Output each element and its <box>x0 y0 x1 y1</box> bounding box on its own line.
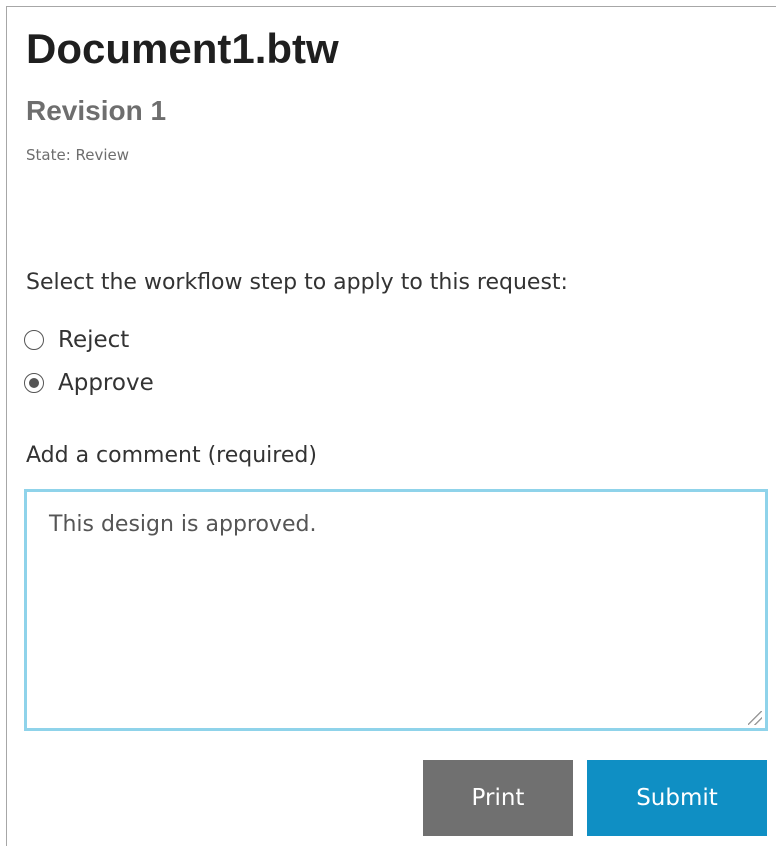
submit-button[interactable]: Submit <box>587 760 767 836</box>
state-label: State: Review <box>26 146 130 164</box>
reject-radio-option[interactable]: Reject <box>24 323 129 357</box>
revision-label: Revision 1 <box>26 95 167 126</box>
print-button[interactable]: Print <box>423 760 573 836</box>
radio-selected-dot <box>29 378 39 388</box>
document-title: Document1.btw <box>26 25 339 72</box>
reject-label: Reject <box>58 327 130 353</box>
workflow-step-prompt: Select the workflow step to apply to thi… <box>26 270 568 295</box>
resize-grip-icon[interactable] <box>748 711 762 725</box>
reject-radio-button[interactable] <box>24 330 44 350</box>
comment-label: Add a comment (required) <box>26 443 317 468</box>
approve-label: Approve <box>58 370 154 396</box>
approve-radio-button[interactable] <box>24 373 44 393</box>
comment-textarea[interactable]: This design is approved. <box>24 489 768 731</box>
approve-radio-option[interactable]: Approve <box>24 366 154 400</box>
